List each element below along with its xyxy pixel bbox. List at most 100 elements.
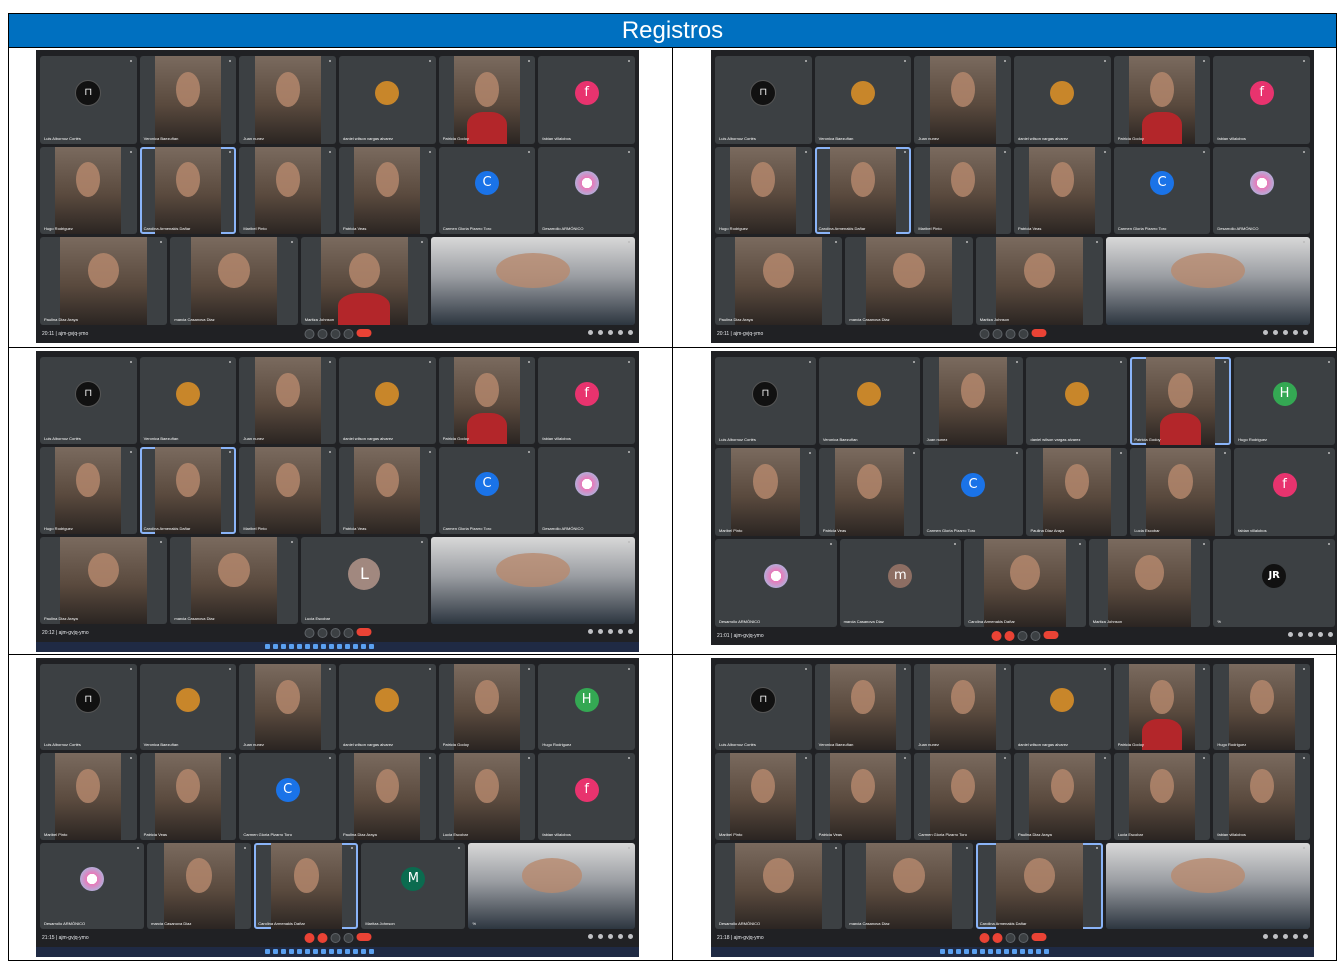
- participant-tile[interactable]: Desarrollo ARMÓNICO: [1213, 146, 1311, 235]
- microphone-icon[interactable]: [304, 628, 314, 638]
- participant-tile[interactable]: Carolina Armenakis Dañar: [139, 146, 237, 235]
- chat-icon[interactable]: [1308, 632, 1313, 637]
- app-icon[interactable]: [321, 644, 327, 649]
- camera-icon[interactable]: [317, 933, 327, 943]
- microphone-icon[interactable]: [304, 933, 314, 943]
- participant-tile[interactable]: Paulina Diaz Araya: [715, 237, 843, 325]
- present-icon[interactable]: [1005, 329, 1015, 339]
- microphone-icon[interactable]: [979, 933, 989, 943]
- participant-tile[interactable]: Maribel Pinto: [239, 146, 337, 235]
- app-icon[interactable]: [297, 949, 303, 954]
- participant-tile[interactable]: H Hugo Rodriguez: [538, 664, 636, 751]
- microphone-icon[interactable]: [979, 329, 989, 339]
- app-icon[interactable]: [329, 949, 335, 954]
- participant-tile[interactable]: Carolina Armenakis Dañar: [139, 446, 237, 534]
- app-icon[interactable]: [297, 644, 303, 649]
- app-icon[interactable]: [265, 644, 271, 649]
- participant-tile[interactable]: Maribel Pinto: [40, 753, 137, 840]
- info-icon[interactable]: [588, 934, 593, 939]
- lock-icon[interactable]: [1303, 934, 1308, 939]
- camera-icon[interactable]: [992, 933, 1002, 943]
- info-icon[interactable]: [1263, 934, 1268, 939]
- participant-tile[interactable]: m marcia Casanova Diaz: [839, 538, 962, 627]
- activities-icon[interactable]: [1293, 934, 1298, 939]
- info-icon[interactable]: [1288, 632, 1293, 637]
- participant-tile[interactable]: Patricia Godoy: [438, 664, 536, 751]
- hang-up-button[interactable]: [356, 628, 371, 636]
- chat-icon[interactable]: [608, 934, 613, 939]
- chat-icon[interactable]: [608, 330, 613, 335]
- present-icon[interactable]: [330, 933, 340, 943]
- chat-icon[interactable]: [1283, 934, 1288, 939]
- participant-tile[interactable]: Veronica Baezuñan: [139, 664, 237, 751]
- hang-up-button[interactable]: [1031, 329, 1046, 337]
- more-options-icon[interactable]: [343, 933, 353, 943]
- app-icon[interactable]: [289, 644, 295, 649]
- app-icon[interactable]: [964, 949, 970, 954]
- more-options-icon[interactable]: [1018, 329, 1028, 339]
- app-icon[interactable]: [369, 644, 375, 649]
- camera-icon[interactable]: [317, 628, 327, 638]
- participant-tile[interactable]: [1106, 842, 1310, 929]
- participant-tile[interactable]: f fabian villalobos: [538, 357, 636, 444]
- participant-tile[interactable]: Desarrollo ARMÓNICO: [715, 538, 837, 627]
- participant-tile[interactable]: Patricia Godoy: [1130, 357, 1232, 445]
- participant-tile[interactable]: Hugo Rodriguez: [715, 146, 812, 235]
- participant-tile[interactable]: [431, 536, 635, 624]
- app-icon[interactable]: [265, 949, 271, 954]
- participant-tile[interactable]: marcia Casanova Diaz: [845, 842, 973, 929]
- participant-tile[interactable]: f fabian villalobos: [538, 753, 636, 840]
- participant-tile[interactable]: L Lucia Escobar: [300, 536, 429, 624]
- people-icon[interactable]: [1298, 632, 1303, 637]
- participant-tile[interactable]: M Maritza Johnson: [361, 842, 466, 929]
- participant-tile[interactable]: daniel wilson vargas alvarez: [339, 664, 436, 751]
- participant-tile[interactable]: C Carmen Gloria Pizarro Toro: [922, 447, 1024, 536]
- participant-tile[interactable]: Juan nunez: [914, 56, 1012, 144]
- participant-tile[interactable]: Maribel Pinto: [239, 446, 337, 534]
- app-icon[interactable]: [1004, 949, 1010, 954]
- app-icon[interactable]: [940, 949, 946, 954]
- participant-tile[interactable]: C Carmen Gloria Pizarro Toro: [438, 446, 536, 534]
- participant-tile[interactable]: Paulina Diaz Araya: [1026, 447, 1128, 536]
- hang-up-button[interactable]: [1043, 631, 1059, 639]
- app-icon[interactable]: [345, 949, 351, 954]
- participant-tile[interactable]: Patricia Veas: [139, 753, 237, 840]
- hang-up-button[interactable]: [1031, 933, 1046, 941]
- participant-tile[interactable]: Patricia Veas: [1014, 146, 1111, 235]
- participant-tile[interactable]: JR%: [1213, 538, 1335, 627]
- participant-tile[interactable]: ⊓ Luis Albornoz Cortés: [40, 664, 137, 751]
- participant-tile[interactable]: Carmen Gloria Pizarro Toro: [914, 753, 1012, 840]
- people-icon[interactable]: [598, 629, 603, 634]
- participant-tile[interactable]: Patricia Veas: [339, 446, 436, 534]
- participant-tile[interactable]: ⊓ Luis Albornoz Cortés: [715, 56, 812, 144]
- chat-icon[interactable]: [608, 629, 613, 634]
- hang-up-button[interactable]: [356, 329, 371, 337]
- participant-tile[interactable]: Patricia Veas: [814, 753, 912, 840]
- participant-tile[interactable]: Carolina Armenakis Dañar: [975, 842, 1104, 929]
- participant-tile[interactable]: Hugo Rodriguez: [40, 146, 137, 235]
- participant-tile[interactable]: ⊓ Luis Albornoz Cortés: [40, 357, 137, 444]
- participant-tile[interactable]: Lucia Escobar: [1113, 753, 1211, 840]
- app-icon[interactable]: [988, 949, 994, 954]
- app-icon[interactable]: [353, 644, 359, 649]
- participant-tile[interactable]: Carolina Armenakis Dañar: [964, 538, 1086, 627]
- app-icon[interactable]: [305, 644, 311, 649]
- participant-tile[interactable]: Patricia Godoy: [438, 56, 536, 144]
- participant-tile[interactable]: Maribel Pinto: [715, 753, 812, 840]
- participant-tile[interactable]: Juan nunez: [239, 664, 337, 751]
- app-icon[interactable]: [329, 644, 335, 649]
- app-icon[interactable]: [361, 644, 367, 649]
- app-icon[interactable]: [313, 949, 319, 954]
- participant-tile[interactable]: Desarrollo ARMÓNICO: [538, 446, 636, 534]
- app-icon[interactable]: [273, 644, 279, 649]
- participant-tile[interactable]: Maritza Johnson: [975, 237, 1104, 325]
- app-icon[interactable]: [1020, 949, 1026, 954]
- participant-tile[interactable]: Juan nunez: [914, 664, 1012, 751]
- present-icon[interactable]: [330, 329, 340, 339]
- lock-icon[interactable]: [628, 934, 633, 939]
- participant-tile[interactable]: Hugo Rodriguez: [40, 446, 137, 534]
- app-icon[interactable]: [313, 644, 319, 649]
- participant-tile[interactable]: daniel wilson vargas alvarez: [1026, 357, 1128, 445]
- app-icon[interactable]: [972, 949, 978, 954]
- people-icon[interactable]: [1273, 330, 1278, 335]
